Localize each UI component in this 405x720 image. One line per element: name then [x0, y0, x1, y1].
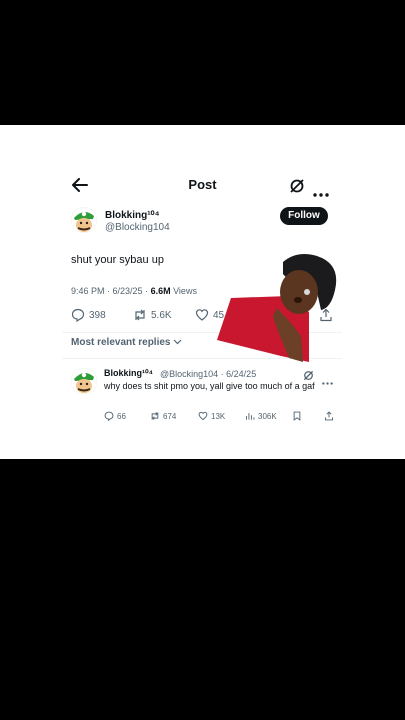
repost-count: 5.6K: [151, 309, 172, 321]
grok-icon[interactable]: [289, 178, 305, 199]
top-bar: Post: [0, 176, 405, 199]
reply-text: why does ts shit pmo you, yall give too …: [104, 381, 315, 391]
reply-avatar[interactable]: [71, 368, 97, 394]
bookmark-icon: [293, 411, 301, 421]
reply-sort-dropdown[interactable]: Most relevant replies: [71, 337, 182, 348]
post-panel: Post Blokking¹⁰⁴ @Blocking104 Follow shu…: [0, 125, 405, 459]
reply-views-action[interactable]: 306K: [245, 411, 277, 421]
views-icon: [245, 413, 255, 420]
heart-icon: [195, 309, 209, 321]
reply-like-action[interactable]: 13K: [198, 411, 225, 421]
chevron-down-icon: [173, 339, 182, 345]
views-label: Views: [173, 286, 197, 296]
reply-reply-count: 66: [117, 411, 126, 421]
reply-count: 398: [89, 309, 106, 321]
post-meta: 9:46 PM · 6/23/25 · 6.6M Views: [71, 286, 197, 296]
reply-reply-action[interactable]: 66: [104, 411, 126, 421]
reply-share-action[interactable]: [324, 411, 334, 421]
repost-icon: [151, 412, 159, 420]
reply-views-count: 306K: [258, 411, 277, 421]
page-title: Post: [188, 177, 217, 192]
reply-display-name[interactable]: Blokking¹⁰⁴: [104, 368, 153, 379]
repost-action[interactable]: 5.6K: [133, 308, 172, 322]
heart-icon: [198, 411, 208, 421]
reply-icon: [104, 411, 114, 421]
more-options-icon[interactable]: [313, 184, 329, 202]
reply-repost-action[interactable]: 674: [150, 411, 176, 421]
post-time[interactable]: 9:46 PM · 6/23/25 ·: [71, 286, 148, 296]
display-name[interactable]: Blokking¹⁰⁴: [105, 210, 160, 221]
follow-button[interactable]: Follow: [280, 207, 328, 225]
reply-icon: [71, 308, 85, 322]
reply-like-count: 13K: [211, 411, 226, 421]
reply-repost-count: 674: [163, 411, 177, 421]
post-text: shut your sybau up: [71, 254, 164, 266]
person-sticker-image: [217, 250, 342, 365]
handle[interactable]: @Blocking104: [105, 222, 170, 233]
views-count: 6.6M: [150, 286, 171, 296]
share-icon: [324, 411, 334, 421]
reply-sort-label: Most relevant replies: [71, 337, 171, 348]
reply-actions: 66 674 13K 306K: [104, 411, 344, 423]
avatar[interactable]: [71, 207, 97, 233]
reply-action[interactable]: 398: [71, 308, 106, 322]
repost-icon: [135, 309, 145, 321]
reply-bookmark-action[interactable]: [292, 411, 302, 421]
reply-handle-date[interactable]: @Blocking104 · 6/24/25: [160, 369, 256, 379]
